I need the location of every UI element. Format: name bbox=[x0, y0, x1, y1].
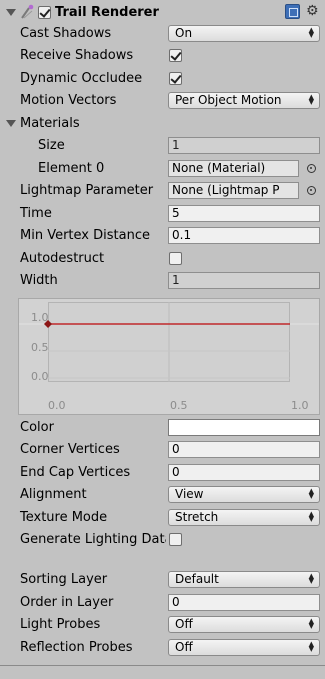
generate-lighting-data-label: Generate Lighting Data bbox=[20, 532, 166, 547]
dropdown-arrows-icon: ▲ ▼ bbox=[308, 640, 314, 653]
texture-mode-value: Stretch bbox=[175, 510, 219, 524]
sorting-layer-value: Default bbox=[175, 572, 219, 586]
x-tick-label: 0.5 bbox=[170, 399, 188, 412]
order-in-layer-label: Order in Layer bbox=[20, 595, 114, 610]
reflection-probes-dropdown[interactable]: Off ▲ ▼ bbox=[168, 639, 320, 656]
row-corner-vertices: Corner Vertices 0 bbox=[0, 439, 325, 461]
light-probes-dropdown[interactable]: Off ▲ ▼ bbox=[168, 616, 320, 633]
y-tick-label: 0.5 bbox=[31, 341, 49, 354]
corner-vertices-label: Corner Vertices bbox=[20, 442, 120, 457]
y-tick-label: 1.0 bbox=[31, 311, 49, 324]
texture-mode-dropdown[interactable]: Stretch ▲ ▼ bbox=[168, 509, 320, 526]
row-generate-lighting-data: Generate Lighting Data bbox=[0, 529, 325, 551]
row-end-cap-vertices: End Cap Vertices 0 bbox=[0, 462, 325, 484]
dropdown-arrows-icon: ▲ ▼ bbox=[308, 572, 314, 585]
width-curve-svg bbox=[19, 302, 319, 382]
row-color: Color bbox=[0, 417, 325, 439]
end-cap-vertices-field[interactable]: 0 bbox=[168, 464, 320, 481]
corner-vertices-field[interactable]: 0 bbox=[168, 441, 320, 458]
color-swatch[interactable] bbox=[168, 419, 320, 436]
y-tick-label: 0.0 bbox=[31, 370, 49, 383]
sorting-layer-label: Sorting Layer bbox=[20, 572, 108, 587]
light-probes-value: Off bbox=[175, 617, 193, 631]
light-probes-label: Light Probes bbox=[20, 617, 101, 632]
row-sorting-layer: Sorting Layer Default ▲ ▼ bbox=[0, 569, 325, 591]
row-reflection-probes: Reflection Probes Off ▲ ▼ bbox=[0, 637, 325, 659]
order-in-layer-field[interactable]: 0 bbox=[168, 594, 320, 611]
panel-divider bbox=[0, 665, 325, 666]
reflection-probes-value: Off bbox=[175, 640, 193, 654]
dropdown-arrows-icon: ▲ ▼ bbox=[308, 510, 314, 523]
reflection-probes-label: Reflection Probes bbox=[20, 640, 133, 655]
texture-mode-label: Texture Mode bbox=[20, 510, 108, 525]
row-texture-mode: Texture Mode Stretch ▲ ▼ bbox=[0, 507, 325, 529]
row-order-in-layer: Order in Layer 0 bbox=[0, 592, 325, 614]
alignment-label: Alignment bbox=[20, 487, 87, 502]
row-alignment: Alignment View ▲ ▼ bbox=[0, 484, 325, 506]
x-tick-label: 0.0 bbox=[48, 399, 66, 412]
generate-lighting-data-checkbox[interactable] bbox=[169, 533, 182, 546]
dropdown-arrows-icon: ▲ ▼ bbox=[308, 617, 314, 630]
sorting-layer-dropdown[interactable]: Default ▲ ▼ bbox=[168, 571, 320, 588]
color-label: Color bbox=[20, 420, 54, 435]
end-cap-vertices-label: End Cap Vertices bbox=[20, 465, 131, 480]
dropdown-arrows-icon: ▲ ▼ bbox=[308, 487, 314, 500]
alignment-value: View bbox=[175, 487, 204, 501]
alignment-dropdown[interactable]: View ▲ ▼ bbox=[168, 486, 320, 503]
x-tick-label: 1.0 bbox=[291, 399, 309, 412]
row-light-probes: Light Probes Off ▲ ▼ bbox=[0, 614, 325, 636]
